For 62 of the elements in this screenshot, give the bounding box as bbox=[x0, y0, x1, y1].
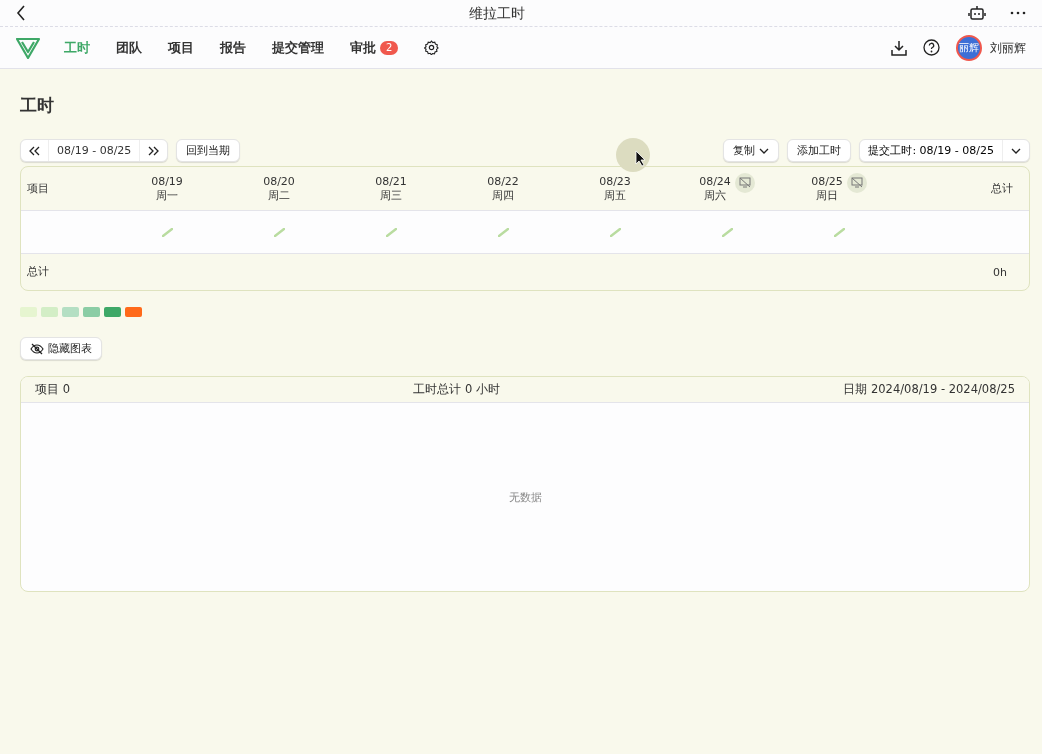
column-header: 项目 bbox=[26, 180, 50, 197]
day-date: 08/22 bbox=[487, 174, 519, 189]
pencil-icon[interactable] bbox=[497, 227, 509, 237]
day-date: 08/24 bbox=[699, 174, 731, 189]
total-hours-summary: 工时总计 0 小时 bbox=[413, 381, 500, 399]
column-header: 总计 bbox=[990, 180, 1014, 197]
day-weekday: 周三 bbox=[379, 188, 403, 203]
submit-split-button[interactable]: 提交工时: 08/19 - 08/25 bbox=[859, 139, 1030, 163]
nav-tab[interactable]: 项目 bbox=[168, 37, 194, 58]
help-icon[interactable] bbox=[923, 39, 940, 56]
nav-tab[interactable]: 报告 bbox=[220, 37, 246, 58]
page-title: 工时 bbox=[20, 95, 55, 116]
current-period-button[interactable]: 回到当期 bbox=[176, 139, 241, 163]
pencil-icon[interactable] bbox=[721, 227, 733, 237]
back-icon[interactable] bbox=[16, 5, 26, 21]
eye-slash-icon bbox=[30, 342, 44, 355]
double-right-icon bbox=[148, 145, 160, 156]
date-range: 日期 2024/08/19 - 2024/08/25 bbox=[843, 381, 1015, 399]
submit-hours-button[interactable]: 提交工时: 08/19 - 08/25 bbox=[860, 140, 1002, 162]
hide-chart-button[interactable]: 隐藏图表 bbox=[20, 337, 102, 361]
logo-icon[interactable] bbox=[16, 36, 40, 59]
user-avatar[interactable]: 丽辉 bbox=[956, 34, 982, 61]
week-range-picker[interactable]: 08/19 - 08/25 bbox=[20, 139, 169, 163]
copy-button[interactable]: 复制 bbox=[723, 139, 780, 163]
week-range[interactable]: 08/19 - 08/25 bbox=[48, 140, 140, 162]
day-date: 08/21 bbox=[375, 174, 407, 189]
robot-icon[interactable] bbox=[968, 5, 986, 21]
day-weekday: 周一 bbox=[155, 188, 179, 203]
empty-message: 无数据 bbox=[508, 490, 542, 507]
double-left-icon bbox=[29, 145, 40, 156]
total-label: 总计 bbox=[26, 264, 50, 281]
user-name[interactable]: 刘丽辉 bbox=[990, 38, 1026, 57]
nav-tab[interactable]: 提交管理 bbox=[272, 37, 324, 58]
pencil-icon[interactable] bbox=[161, 227, 173, 237]
cursor-icon bbox=[635, 150, 646, 167]
hidden-day-icon[interactable] bbox=[846, 172, 867, 193]
nav-tab[interactable]: 团队 bbox=[116, 37, 142, 58]
day-weekday: 周日 bbox=[815, 188, 839, 203]
chevron-down-icon bbox=[1011, 147, 1021, 154]
day-date: 08/19 bbox=[151, 174, 183, 189]
day-weekday: 周二 bbox=[267, 188, 291, 203]
day-date: 08/23 bbox=[599, 174, 631, 189]
download-icon[interactable] bbox=[891, 39, 907, 56]
day-date: 08/20 bbox=[263, 174, 295, 189]
more-icon[interactable] bbox=[1010, 11, 1026, 15]
pencil-icon[interactable] bbox=[385, 227, 397, 237]
settings-icon[interactable] bbox=[424, 40, 440, 55]
pencil-icon[interactable] bbox=[609, 227, 621, 237]
total-hours: 0h bbox=[993, 266, 1007, 280]
hidden-day-icon[interactable] bbox=[734, 172, 755, 193]
day-weekday: 周六 bbox=[703, 188, 727, 203]
day-date: 08/25 bbox=[811, 174, 843, 189]
pencil-icon[interactable] bbox=[273, 227, 285, 237]
day-weekday: 周五 bbox=[603, 188, 627, 203]
project-count: 项目 0 bbox=[35, 381, 70, 399]
count-badge: 2 bbox=[380, 40, 399, 55]
chevron-down-icon bbox=[759, 147, 770, 154]
day-weekday: 周四 bbox=[491, 188, 515, 203]
nav-tab[interactable]: 审批 bbox=[350, 37, 376, 58]
window-title: 维拉工时 bbox=[469, 3, 525, 23]
pencil-icon[interactable] bbox=[833, 227, 845, 237]
add-hours-button[interactable]: 添加工时 bbox=[787, 139, 852, 163]
